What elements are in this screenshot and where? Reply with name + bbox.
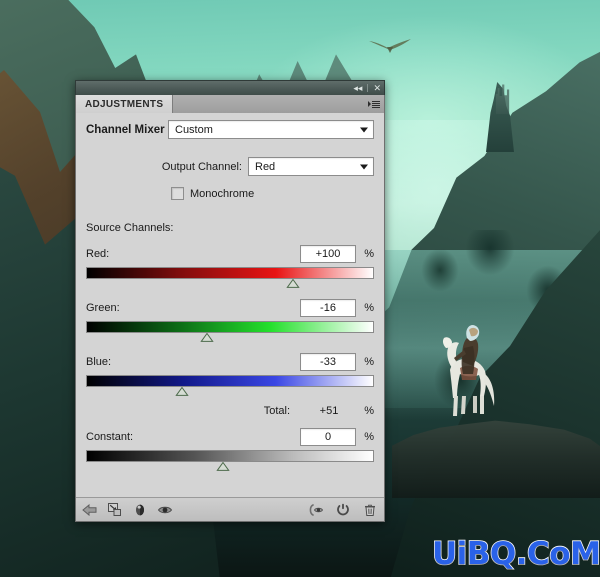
- toggle-mask-icon[interactable]: [132, 502, 148, 518]
- total-label: Total:: [263, 405, 290, 417]
- output-channel-select[interactable]: Red: [248, 157, 374, 176]
- output-channel-row: Output Channel: Red: [86, 157, 374, 176]
- source-channel-blue-unit: %: [364, 356, 374, 368]
- source-channel-green-input[interactable]: -16: [300, 299, 356, 317]
- panel-menu-lines: [372, 100, 380, 108]
- source-channels-label: Source Channels:: [86, 222, 174, 234]
- monochrome-checkbox[interactable]: [171, 187, 184, 200]
- source-channel-red: Red: +100 %: [86, 245, 374, 288]
- preset-row: Channel Mixer Custom: [86, 113, 374, 139]
- footer-left-icons: [82, 502, 173, 518]
- view-previous-state-icon[interactable]: [308, 502, 324, 518]
- source-channel-green: Green: -16 %: [86, 299, 374, 342]
- source-channel-green-unit: %: [364, 302, 374, 314]
- panel-menu-triangle: [368, 101, 371, 107]
- constant-track[interactable]: [86, 450, 374, 462]
- watermark-text: UiBQ.CoM: [431, 535, 600, 573]
- chevron-down-icon: [360, 164, 368, 169]
- constant-label: Constant:: [86, 431, 134, 443]
- footer-right-icons: [308, 502, 378, 518]
- monochrome-label: Monochrome: [190, 187, 255, 200]
- constant-channel: Constant: 0 %: [86, 428, 374, 471]
- constant-thumb[interactable]: [216, 462, 230, 471]
- source-channel-blue: Blue: -33 %: [86, 353, 374, 396]
- source-channel-green-thumb[interactable]: [200, 333, 214, 342]
- collapse-to-icons-icon[interactable]: ◂◂: [353, 83, 362, 93]
- toggle-visibility-icon[interactable]: [157, 502, 173, 518]
- panel-tabstrip: ADJUSTMENTS: [75, 95, 385, 113]
- rider-on-white-horse-icon: [440, 318, 508, 428]
- panel-titlebar[interactable]: ◂◂ ✕: [75, 80, 385, 95]
- reset-adjustment-icon[interactable]: [335, 502, 351, 518]
- source-channel-blue-thumb[interactable]: [175, 387, 189, 396]
- source-channel-red-input[interactable]: +100: [300, 245, 356, 263]
- source-channel-red-label: Red:: [86, 248, 110, 260]
- preset-select[interactable]: Custom: [168, 120, 374, 139]
- source-channel-blue-track[interactable]: [86, 375, 374, 387]
- source-channel-green-track[interactable]: [86, 321, 374, 333]
- constant-input[interactable]: 0: [300, 428, 356, 446]
- tab-adjustments-label: ADJUSTMENTS: [85, 98, 164, 110]
- flying-bird-icon: [368, 36, 412, 54]
- output-channel-label: Output Channel:: [161, 160, 242, 173]
- panel-body: Channel Mixer Custom Output Channel: Red…: [75, 113, 385, 522]
- source-channel-green-label: Green:: [86, 302, 120, 314]
- close-icon[interactable]: ✕: [373, 83, 381, 93]
- source-channel-red-unit: %: [364, 248, 374, 260]
- adjustment-title: Channel Mixer: [86, 123, 165, 136]
- total-value: +51: [319, 405, 339, 417]
- panel-footer: [76, 497, 384, 521]
- monochrome-row[interactable]: Monochrome: [86, 187, 374, 200]
- source-channel-red-thumb[interactable]: [286, 279, 300, 288]
- source-channel-blue-label: Blue:: [86, 356, 112, 368]
- tab-adjustments[interactable]: ADJUSTMENTS: [76, 95, 174, 113]
- preset-select-value: Custom: [175, 123, 213, 136]
- adjustments-panel: ◂◂ ✕ ADJUSTMENTS Channel Mixer Custom Ou…: [75, 80, 385, 522]
- source-channel-blue-input[interactable]: -33: [300, 353, 356, 371]
- source-channel-red-track[interactable]: [86, 267, 374, 279]
- total-row: Total: +51 %: [86, 405, 374, 417]
- total-unit: %: [364, 405, 374, 417]
- constant-unit: %: [364, 431, 374, 443]
- titlebar-divider: [367, 84, 369, 92]
- output-channel-value: Red: [255, 160, 276, 173]
- previous-state-icon[interactable]: [82, 502, 98, 518]
- delete-adjustment-icon[interactable]: [362, 502, 378, 518]
- chevron-down-icon: [360, 127, 368, 132]
- tabstrip-filler: [173, 95, 364, 113]
- clip-to-layer-icon[interactable]: [107, 502, 123, 518]
- panel-menu-icon[interactable]: [364, 95, 384, 113]
